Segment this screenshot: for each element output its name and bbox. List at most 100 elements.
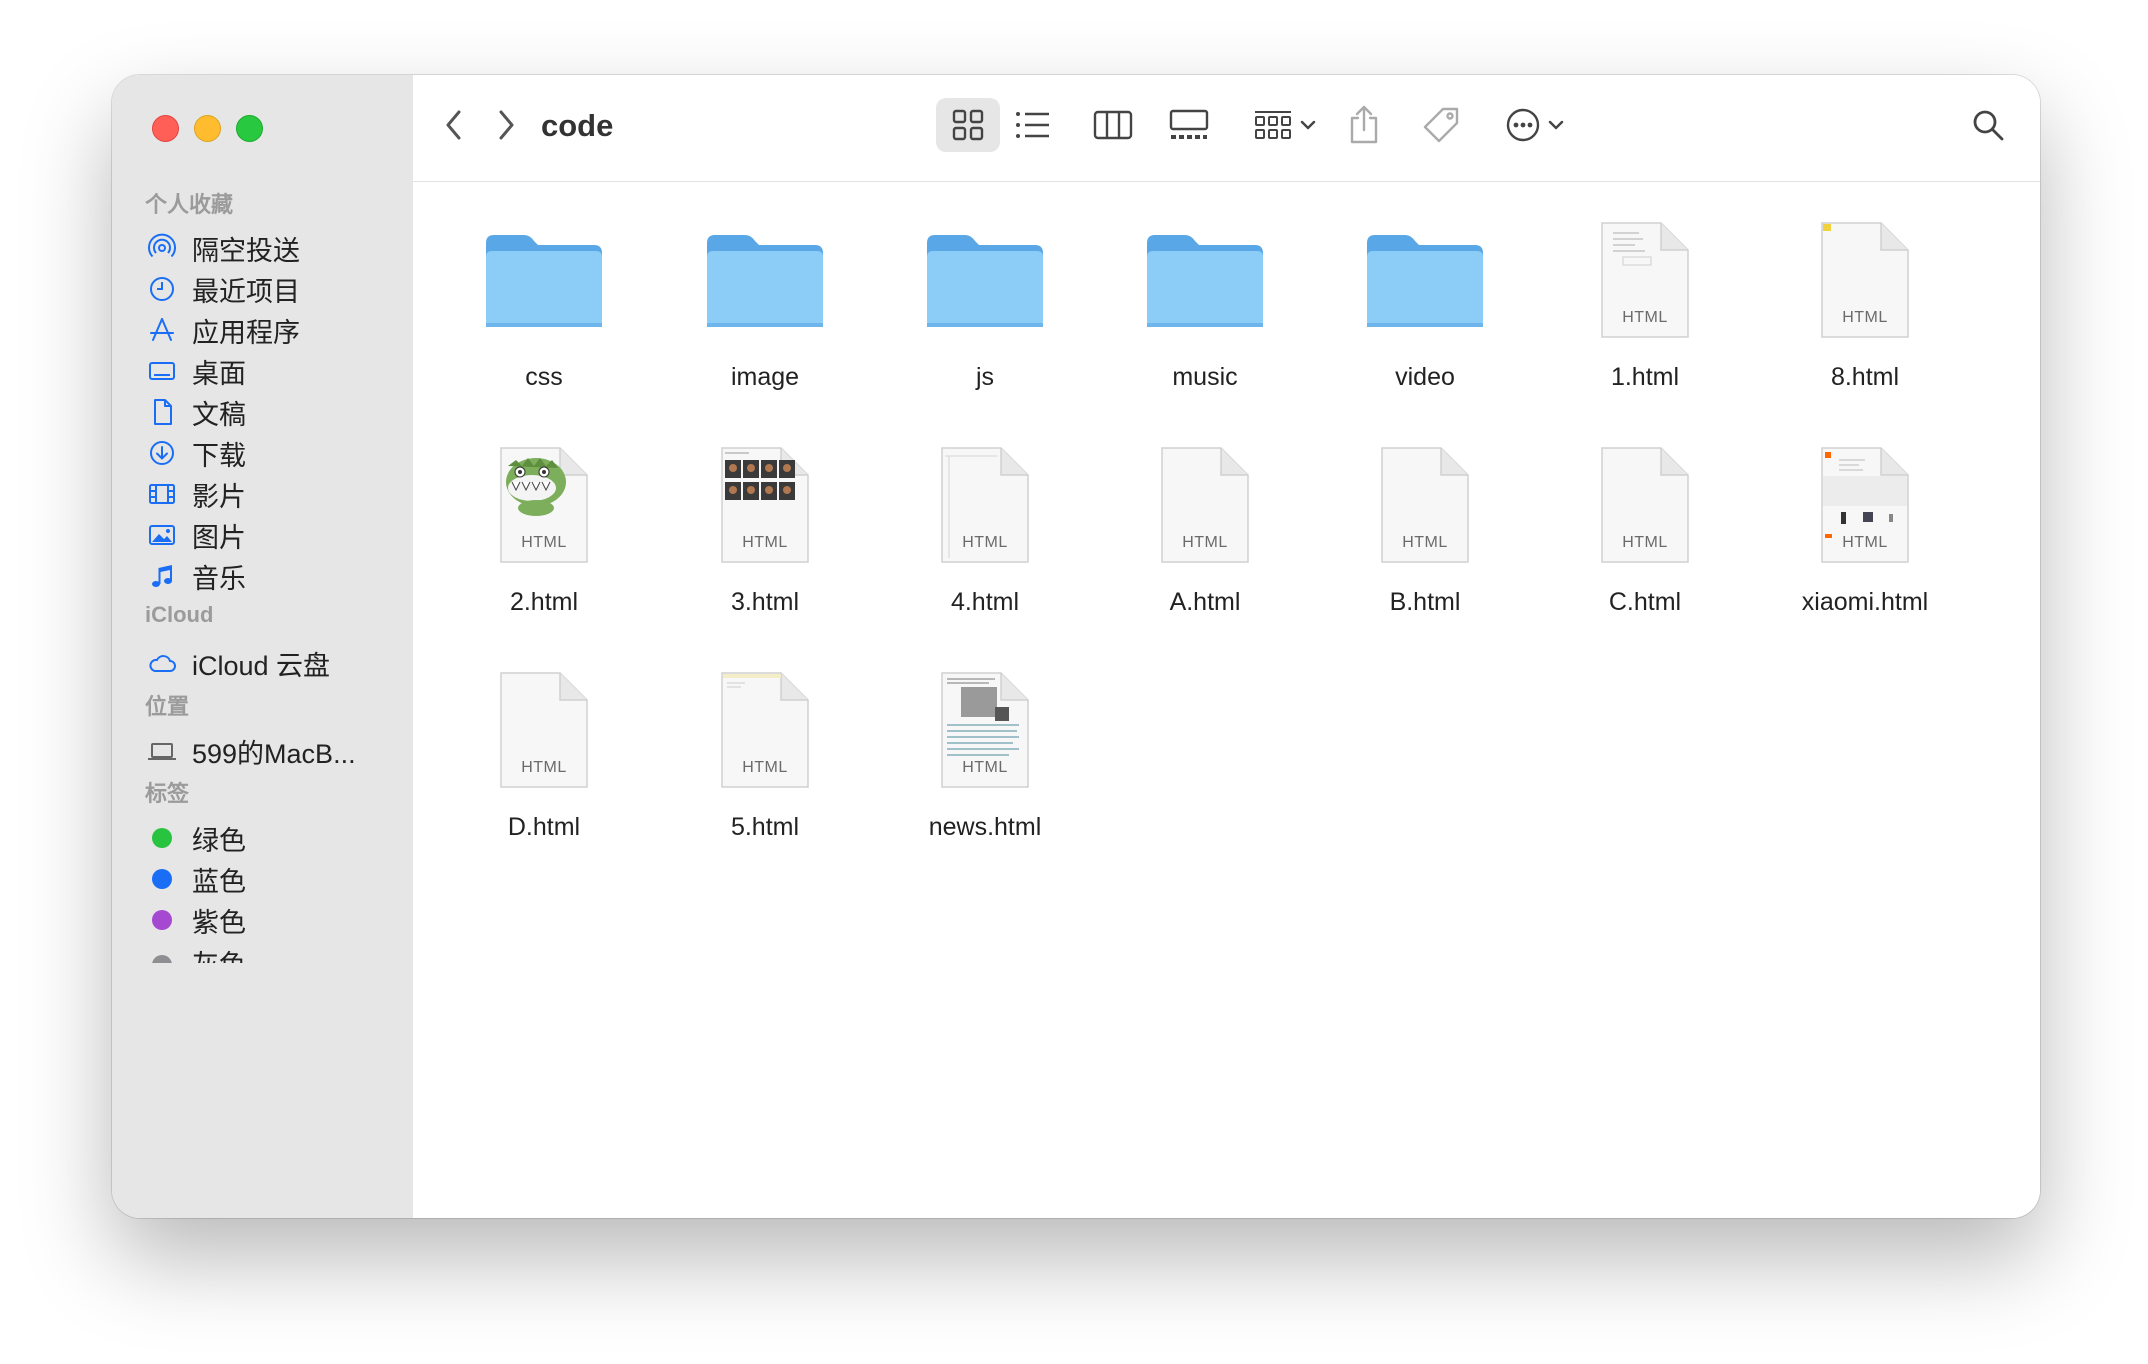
chevron-left-icon [446, 110, 461, 140]
html-file-item[interactable]: HTML C.html [1535, 446, 1755, 646]
tag-color-dot [145, 821, 179, 855]
folder-item[interactable]: video [1315, 221, 1535, 421]
search-icon [1973, 110, 2004, 141]
chevron-right-icon [499, 110, 514, 140]
html-file-item[interactable]: HTML 1.html [1535, 221, 1755, 421]
file-name: 4.html [950, 588, 1020, 616]
tag-color-dot [145, 903, 179, 937]
html-document-icon: HTML [1599, 221, 1691, 341]
file-name: news.html [928, 813, 1042, 841]
file-name: 8.html [1830, 363, 1900, 391]
file-name: image [730, 363, 800, 391]
group-by-button[interactable] [1245, 98, 1325, 152]
folder-item[interactable]: js [875, 221, 1095, 421]
html-badge: HTML [1842, 534, 1888, 551]
sidebar-item-label: 图片 [192, 522, 246, 553]
column-view-icon [1093, 110, 1133, 140]
html-badge: HTML [1622, 534, 1668, 551]
folder-item[interactable]: music [1095, 221, 1315, 421]
file-name: A.html [1169, 588, 1241, 616]
sidebar-item-icloud-drive[interactable]: iCloud 云盘 [145, 643, 403, 683]
search-button[interactable] [1961, 98, 2015, 152]
html-badge: HTML [962, 534, 1008, 551]
forward-button[interactable] [489, 105, 523, 145]
file-name: 3.html [730, 588, 800, 616]
html-document-icon: HTML [1599, 446, 1691, 566]
cloud-icon [145, 646, 179, 680]
html-badge: HTML [742, 534, 788, 551]
sidebar-item-label: 应用程序 [192, 317, 300, 348]
icon-view-icon [952, 109, 984, 141]
folder-item[interactable]: image [655, 221, 875, 421]
folder-icon [1147, 235, 1263, 327]
html-document-icon: HTML [939, 446, 1031, 566]
more-actions-button[interactable] [1495, 98, 1575, 152]
html-document-icon: HTML [1819, 446, 1911, 566]
file-name: js [975, 363, 995, 391]
html-badge: HTML [1622, 309, 1668, 326]
html-file-item[interactable]: HTML 3.html [655, 446, 875, 646]
sidebar-item-tag-green[interactable]: 绿色 [145, 818, 403, 858]
path-title: code [541, 108, 614, 143]
file-grid[interactable]: css image js music video HTML 1.html HTM… [413, 182, 2040, 1218]
html-file-item[interactable]: HTML xiaomi.html [1755, 446, 1975, 646]
file-name: xiaomi.html [1801, 588, 1929, 616]
sidebar-item-tag-blue[interactable]: 蓝色 [145, 859, 403, 899]
photo-icon [145, 518, 179, 552]
html-file-item[interactable]: HTML 8.html [1755, 221, 1975, 421]
back-button[interactable] [437, 105, 471, 145]
html-document-icon: HTML [498, 671, 590, 791]
sidebar-item-documents[interactable]: 文稿 [145, 392, 403, 432]
sidebar-item-pictures[interactable]: 图片 [145, 515, 403, 555]
html-file-item[interactable]: HTML 2.html [434, 446, 654, 646]
document-icon [145, 395, 179, 429]
gallery-view-button[interactable] [1157, 98, 1221, 152]
sidebar-item-tag-purple[interactable]: 紫色 [145, 900, 403, 940]
ellipsis-circle-icon [1506, 108, 1540, 142]
html-badge: HTML [521, 534, 567, 551]
group-by-icon [1255, 111, 1291, 139]
folder-item[interactable]: css [434, 221, 654, 421]
html-file-item[interactable]: HTML 5.html [655, 671, 875, 871]
sidebar-item-desktop[interactable]: 桌面 [145, 351, 403, 391]
sidebar-item-downloads[interactable]: 下载 [145, 433, 403, 473]
file-name: B.html [1389, 588, 1461, 616]
html-file-item[interactable]: HTML B.html [1315, 446, 1535, 646]
file-name: 1.html [1610, 363, 1680, 391]
html-file-item[interactable]: HTML D.html [434, 671, 654, 871]
html-document-icon: HTML [1379, 446, 1471, 566]
sidebar-item-music[interactable]: 音乐 [145, 556, 403, 596]
html-badge: HTML [1842, 309, 1888, 326]
html-document-icon: HTML [939, 671, 1031, 791]
sidebar-item-movies[interactable]: 影片 [145, 474, 403, 514]
sidebar-item-recents[interactable]: 最近项目 [145, 269, 403, 309]
tag-button[interactable] [1415, 98, 1467, 152]
toolbar: code [413, 75, 2040, 182]
sidebar-item-applications[interactable]: 应用程序 [145, 310, 403, 350]
music-note-icon [145, 559, 179, 593]
html-file-item[interactable]: HTML news.html [875, 671, 1095, 871]
html-file-item[interactable]: HTML 4.html [875, 446, 1095, 646]
file-name: D.html [507, 813, 581, 841]
html-badge: HTML [1402, 534, 1448, 551]
folder-icon [707, 235, 823, 327]
folder-icon [927, 235, 1043, 327]
icon-view-button[interactable] [936, 98, 1000, 152]
airdrop-icon [145, 231, 179, 265]
film-icon [145, 477, 179, 511]
sidebar-item-label: 最近项目 [192, 276, 300, 307]
sidebar-list[interactable]: 个人收藏 隔空投送 最近项目 应用程序 桌面 文稿 下载 影片 图片 音乐 iC… [112, 75, 413, 1218]
sidebar-item-macbook[interactable]: 599的MacB... [145, 731, 403, 771]
sidebar-item-tag-gray[interactable]: 灰色 [145, 941, 403, 963]
sidebar-item-label: 文稿 [192, 399, 246, 430]
icloud-header: iCloud [145, 602, 214, 627]
column-view-button[interactable] [1081, 98, 1145, 152]
html-document-icon: HTML [498, 446, 590, 566]
share-button[interactable] [1339, 97, 1389, 153]
html-document-icon: HTML [1159, 446, 1251, 566]
share-icon [1350, 105, 1378, 144]
list-view-button[interactable] [1001, 98, 1065, 152]
sidebar-item-airdrop[interactable]: 隔空投送 [145, 228, 403, 268]
html-file-item[interactable]: HTML A.html [1095, 446, 1315, 646]
file-name: css [525, 363, 563, 391]
